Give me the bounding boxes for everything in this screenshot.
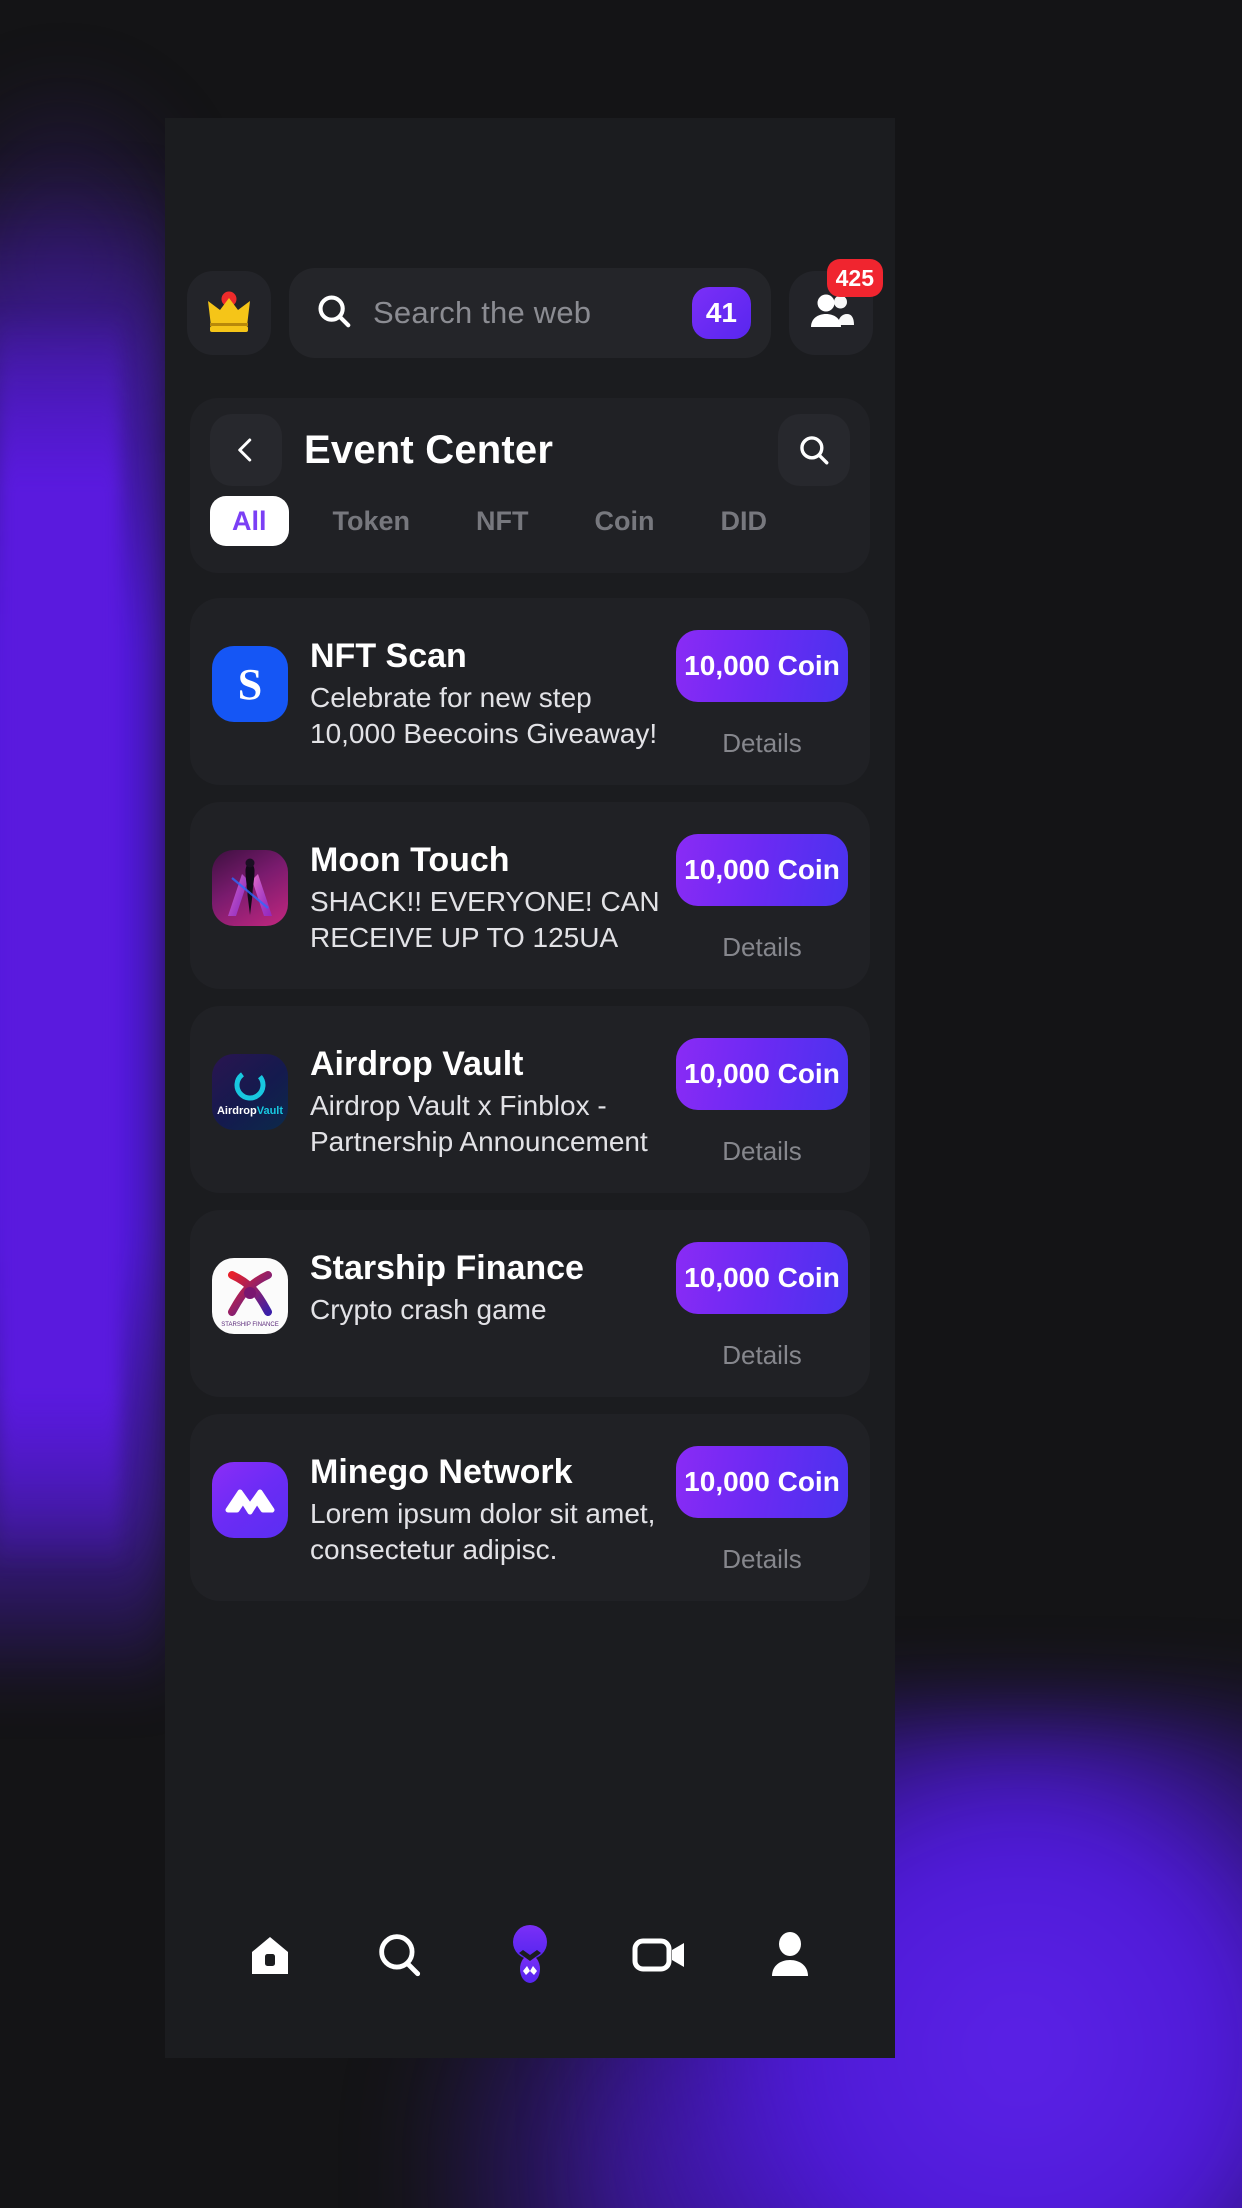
starship-finance-art: STARSHIP FINANCE <box>221 1271 279 1328</box>
nav-bee-home[interactable] <box>487 1912 573 1998</box>
details-link[interactable]: Details <box>722 1340 801 1371</box>
event-title: Airdrop Vault <box>310 1045 524 1083</box>
page-header-row: Event Center <box>190 398 870 490</box>
search-input[interactable]: Search the web <box>373 295 672 331</box>
nft-scan-logo: S <box>212 646 288 722</box>
event-description: SHACK!! EVERYONE! CAN RECEIVE UP TO 125U… <box>310 884 666 956</box>
event-description: Crypto crash game <box>310 1292 666 1328</box>
event-description: Airdrop Vault x Finblox - Partnership An… <box>310 1088 666 1160</box>
event-description-line: Crypto crash game <box>310 1294 547 1326</box>
event-card[interactable]: STARSHIP FINANCE Starship Finance Crypto… <box>190 1210 870 1397</box>
airdrop-vault-logo: AirdropVault <box>212 1054 288 1130</box>
svg-text:AirdropVault: AirdropVault <box>217 1105 283 1117</box>
tab-coin[interactable]: Coin <box>573 496 677 546</box>
nav-home[interactable] <box>227 1912 313 1998</box>
event-description-line: Partnership Announcement <box>310 1125 648 1157</box>
details-link[interactable]: Details <box>722 1544 801 1575</box>
reward-badge[interactable]: 10,000 Coin <box>676 630 848 702</box>
top-bar: Search the web 41 425 <box>165 258 895 368</box>
tab-did[interactable]: DID <box>699 496 790 546</box>
tab-label: Token <box>332 505 411 536</box>
logo-letter: S <box>237 659 263 709</box>
minego-mark <box>225 1489 275 1515</box>
event-card-actions: 10,000 Coin Details <box>676 1440 848 1575</box>
event-description: Celebrate for new step 10,000 Beecoins G… <box>310 680 666 752</box>
nav-video[interactable] <box>617 1912 703 1998</box>
contacts-badge: 425 <box>826 259 883 297</box>
details-link[interactable]: Details <box>722 728 801 759</box>
search-icon <box>379 1934 421 1977</box>
reward-badge[interactable]: 10,000 Coin <box>676 1038 848 1110</box>
airdrop-vault-art: AirdropVault <box>217 1069 283 1117</box>
event-title: NFT Scan <box>310 637 467 675</box>
event-card-text: Moon Touch SHACK!! EVERYONE! CAN RECEIVE… <box>310 828 676 956</box>
tab-token[interactable]: Token <box>311 496 433 546</box>
tab-label: DID <box>720 505 768 536</box>
event-description-line: consectetur adipisc. <box>310 1533 558 1565</box>
reward-badge[interactable]: 10,000 Coin <box>676 834 848 906</box>
search-count-badge: 41 <box>691 287 751 339</box>
reward-badge[interactable]: 10,000 Coin <box>676 1242 848 1314</box>
tab-label: NFT <box>476 505 529 536</box>
event-description-line: 10,000 Beecoins Giveaway! <box>310 717 658 749</box>
crown-icon <box>202 290 256 336</box>
event-description: Lorem ipsum dolor sit amet, consectetur … <box>310 1496 666 1568</box>
tab-nft[interactable]: NFT <box>454 496 550 546</box>
people-icon <box>808 291 854 336</box>
search-icon <box>315 292 353 335</box>
details-link[interactable]: Details <box>722 1136 801 1167</box>
search-icon <box>800 436 829 465</box>
category-tabs: All Token NFT Coin DID <box>190 490 870 546</box>
event-card-actions: 10,000 Coin Details <box>676 1032 848 1167</box>
event-description-line: SHACK!! EVERYONE! CAN <box>310 886 660 918</box>
profile-icon <box>772 1932 808 1976</box>
event-card[interactable]: Moon Touch SHACK!! EVERYONE! CAN RECEIVE… <box>190 802 870 989</box>
tab-label: Coin <box>594 505 655 536</box>
bee-logo-icon <box>513 1925 547 1983</box>
event-card-text: Airdrop Vault Airdrop Vault x Finblox - … <box>310 1032 676 1160</box>
search-bar[interactable]: Search the web 41 <box>289 268 771 358</box>
details-link[interactable]: Details <box>722 932 801 963</box>
back-button[interactable] <box>210 414 282 486</box>
crown-button[interactable] <box>187 271 271 355</box>
event-card-actions: 10,000 Coin Details <box>676 828 848 963</box>
contacts-button[interactable]: 425 <box>789 259 883 355</box>
page-header-card: Event Center All Token NFT Coin DID <box>190 398 870 573</box>
event-card[interactable]: AirdropVault Airdrop Vault Airdrop Vault… <box>190 1006 870 1193</box>
event-description-line: Celebrate for new step <box>310 682 592 714</box>
bottom-navigation <box>165 1878 895 2058</box>
moon-touch-logo <box>212 850 288 926</box>
tab-all[interactable]: All <box>210 496 289 546</box>
event-card-text: Minego Network Lorem ipsum dolor sit ame… <box>310 1440 676 1568</box>
app-screen: Search the web 41 425 Event Center All T… <box>165 118 895 2058</box>
event-title: Starship Finance <box>310 1249 584 1287</box>
nav-search[interactable] <box>357 1912 443 1998</box>
event-title: Minego Network <box>310 1453 573 1491</box>
home-icon <box>252 1937 288 1974</box>
nav-profile[interactable] <box>747 1912 833 1998</box>
event-card-actions: 10,000 Coin Details <box>676 624 848 759</box>
event-list: S NFT Scan Celebrate for new step 10,000… <box>190 598 870 1618</box>
minego-network-logo <box>212 1462 288 1538</box>
event-card[interactable]: S NFT Scan Celebrate for new step 10,000… <box>190 598 870 785</box>
svg-text:STARSHIP FINANCE: STARSHIP FINANCE <box>221 1322 278 1328</box>
chevron-left-icon <box>238 438 252 462</box>
event-title: Moon Touch <box>310 841 510 879</box>
tab-label: All <box>232 505 267 536</box>
event-description-line: RECEIVE UP TO 125UA <box>310 921 619 953</box>
list-fade-overlay <box>165 1842 895 1878</box>
page-title: Event Center <box>304 427 554 472</box>
glow-left-core <box>0 310 120 1570</box>
event-card-actions: 10,000 Coin Details <box>676 1236 848 1371</box>
event-card-text: NFT Scan Celebrate for new step 10,000 B… <box>310 624 676 752</box>
event-description-line: Airdrop Vault x Finblox - <box>310 1090 607 1122</box>
starship-finance-logo: STARSHIP FINANCE <box>212 1258 288 1334</box>
event-card-text: Starship Finance Crypto crash game <box>310 1236 676 1328</box>
header-search-button[interactable] <box>778 414 850 486</box>
event-card[interactable]: Minego Network Lorem ipsum dolor sit ame… <box>190 1414 870 1601</box>
video-camera-icon <box>632 1938 684 1972</box>
reward-badge[interactable]: 10,000 Coin <box>676 1446 848 1518</box>
event-description-line: Lorem ipsum dolor sit amet, <box>310 1498 656 1530</box>
moon-touch-art <box>228 858 272 916</box>
